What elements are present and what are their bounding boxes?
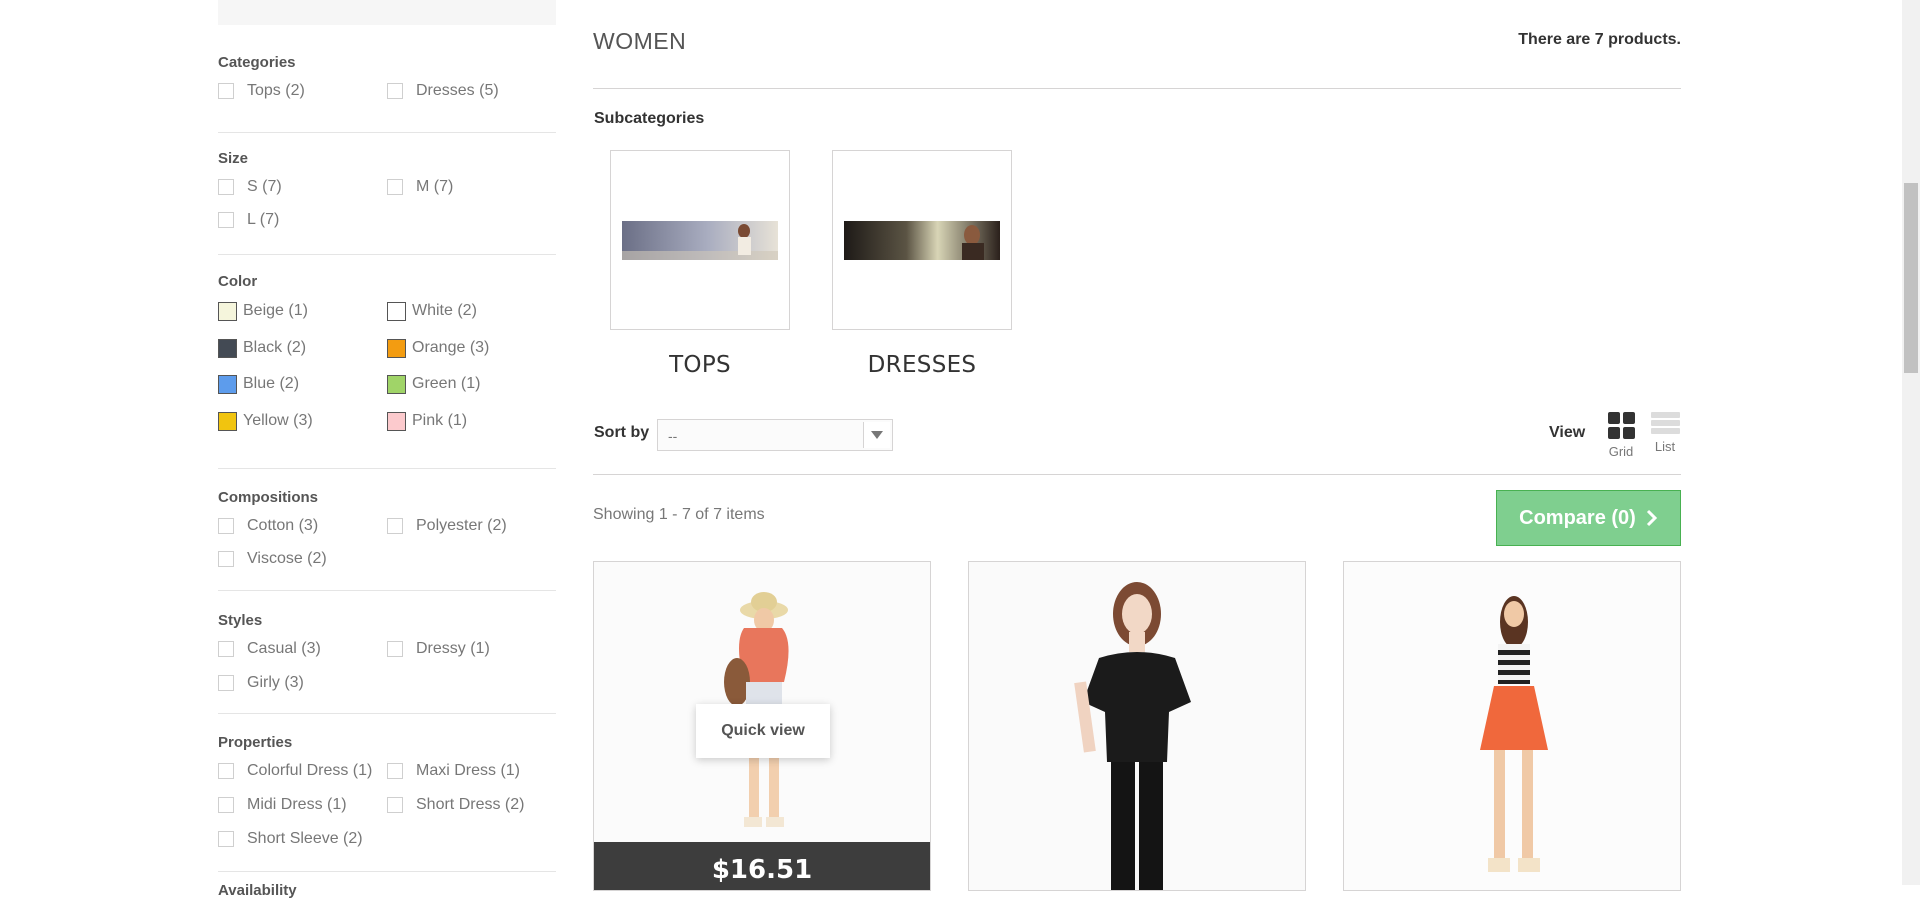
filter-option[interactable]: Maxi Dress (1)	[387, 759, 520, 783]
checkbox[interactable]	[387, 518, 403, 534]
sort-by-label: Sort by	[594, 424, 650, 441]
facet-categories: Categories Tops (2) Dresses (5)	[218, 25, 556, 133]
product-card[interactable]: Quick view $16.51	[593, 561, 931, 891]
compare-button[interactable]: Compare (0)	[1496, 490, 1681, 546]
tops-banner-image	[622, 221, 778, 260]
product-counter: There are 7 products.	[1518, 31, 1681, 48]
subcategory-tops-image[interactable]	[610, 150, 790, 330]
quick-view-button[interactable]: Quick view	[696, 704, 830, 758]
checkbox[interactable]	[218, 641, 234, 657]
page-title: WOMEN	[593, 28, 687, 54]
filter-option[interactable]: Colorful Dress (1)	[218, 759, 372, 783]
filter-option[interactable]: Short Sleeve (2)	[218, 827, 363, 851]
checkbox[interactable]	[218, 83, 234, 99]
sidebar-top-bar	[218, 0, 556, 25]
color-swatch[interactable]	[387, 411, 406, 431]
checkbox[interactable]	[218, 763, 234, 779]
filter-option[interactable]: Viscose (2)	[218, 547, 327, 571]
product-image	[594, 562, 930, 844]
filter-sidebar: Categories Tops (2) Dresses (5) Size S (…	[218, 0, 556, 912]
filter-option[interactable]: Cotton (3)	[218, 514, 318, 538]
product-card[interactable]	[968, 561, 1306, 891]
chevron-right-icon	[1646, 509, 1657, 527]
checkbox[interactable]	[218, 675, 234, 691]
facet-properties: Properties Colorful Dress (1) Maxi Dress…	[218, 714, 556, 872]
color-option-yellow[interactable]: Yellow (3)	[218, 409, 313, 433]
subcategory-tops-link[interactable]: TOPS	[610, 352, 790, 378]
checkbox[interactable]	[387, 797, 403, 813]
scrollbar-thumb[interactable]	[1904, 183, 1918, 373]
list-view-button[interactable]: List	[1647, 412, 1683, 454]
product-image	[969, 562, 1305, 890]
divider	[593, 474, 1681, 475]
checkbox[interactable]	[218, 212, 234, 228]
facet-title-color: Color	[218, 273, 258, 290]
checkbox[interactable]	[387, 83, 403, 99]
facet-size: Size S (7) M (7) L (7)	[218, 133, 556, 255]
color-option-black[interactable]: Black (2)	[218, 336, 306, 360]
facet-compositions: Compositions Cotton (3) Polyester (2) Vi…	[218, 469, 556, 591]
product-image	[1344, 562, 1680, 890]
filter-option[interactable]: Girly (3)	[218, 671, 304, 695]
filter-option[interactable]: Short Dress (2)	[387, 793, 524, 817]
checkbox[interactable]	[218, 551, 234, 567]
list-view-icon	[1650, 412, 1680, 434]
facet-title-styles: Styles	[218, 612, 263, 629]
filter-option[interactable]: Casual (3)	[218, 637, 321, 661]
sort-select-value: --	[668, 428, 678, 444]
color-option-beige[interactable]: Beige (1)	[218, 299, 308, 323]
checkbox[interactable]	[387, 179, 403, 195]
subcategory-dresses-link[interactable]: DRESSES	[832, 352, 1012, 378]
color-swatch[interactable]	[387, 374, 406, 394]
subcategory-dresses-image[interactable]	[832, 150, 1012, 330]
chevron-down-icon[interactable]	[863, 422, 890, 448]
grid-view-label: Grid	[1608, 444, 1634, 459]
filter-option[interactable]: Dressy (1)	[387, 637, 490, 661]
compare-button-label: Compare (0)	[1519, 506, 1636, 529]
color-option-orange[interactable]: Orange (3)	[387, 336, 489, 360]
checkbox[interactable]	[387, 641, 403, 657]
scrollbar[interactable]	[1902, 0, 1920, 885]
facet-title-compositions: Compositions	[218, 489, 318, 506]
color-swatch[interactable]	[218, 374, 237, 394]
color-option-green[interactable]: Green (1)	[387, 372, 480, 396]
view-label: View	[1549, 424, 1586, 441]
grid-view-icon	[1607, 412, 1635, 439]
checkbox[interactable]	[218, 797, 234, 813]
color-swatch[interactable]	[218, 411, 237, 431]
filter-option[interactable]: L (7)	[218, 208, 279, 232]
product-card[interactable]	[1343, 561, 1681, 891]
sort-select[interactable]: --	[657, 419, 893, 451]
color-option-pink[interactable]: Pink (1)	[387, 409, 467, 433]
filter-option[interactable]: Dresses (5)	[387, 79, 499, 103]
filter-option[interactable]: M (7)	[387, 175, 453, 199]
filter-option[interactable]: Tops (2)	[218, 79, 305, 103]
checkbox[interactable]	[387, 763, 403, 779]
checkbox[interactable]	[218, 179, 234, 195]
list-view-label: List	[1654, 439, 1676, 454]
divider	[593, 88, 1681, 89]
showing-items-text: Showing 1 - 7 of 7 items	[593, 506, 765, 523]
color-swatch[interactable]	[218, 338, 237, 358]
dresses-banner-image	[844, 221, 1000, 260]
color-option-blue[interactable]: Blue (2)	[218, 372, 299, 396]
filter-option[interactable]: Midi Dress (1)	[218, 793, 347, 817]
facet-styles: Styles Casual (3) Dressy (1) Girly (3)	[218, 591, 556, 714]
product-price: $16.51	[594, 842, 930, 890]
subcategories-heading: Subcategories	[594, 110, 705, 127]
checkbox[interactable]	[218, 831, 234, 847]
facet-color: Color Beige (1) White (2) Black (2) Oran…	[218, 255, 556, 469]
facet-title-size: Size	[218, 150, 249, 167]
color-swatch[interactable]	[387, 301, 406, 321]
filter-option[interactable]: S (7)	[218, 175, 282, 199]
color-swatch[interactable]	[218, 301, 237, 321]
filter-option[interactable]: Polyester (2)	[387, 514, 507, 538]
facet-title-categories: Categories	[218, 54, 296, 71]
grid-view-button[interactable]: Grid	[1603, 412, 1639, 459]
facet-availability: Availability	[218, 872, 556, 912]
facet-title-properties: Properties	[218, 734, 293, 751]
checkbox[interactable]	[218, 518, 234, 534]
color-option-white[interactable]: White (2)	[387, 299, 477, 323]
color-swatch[interactable]	[387, 338, 406, 358]
